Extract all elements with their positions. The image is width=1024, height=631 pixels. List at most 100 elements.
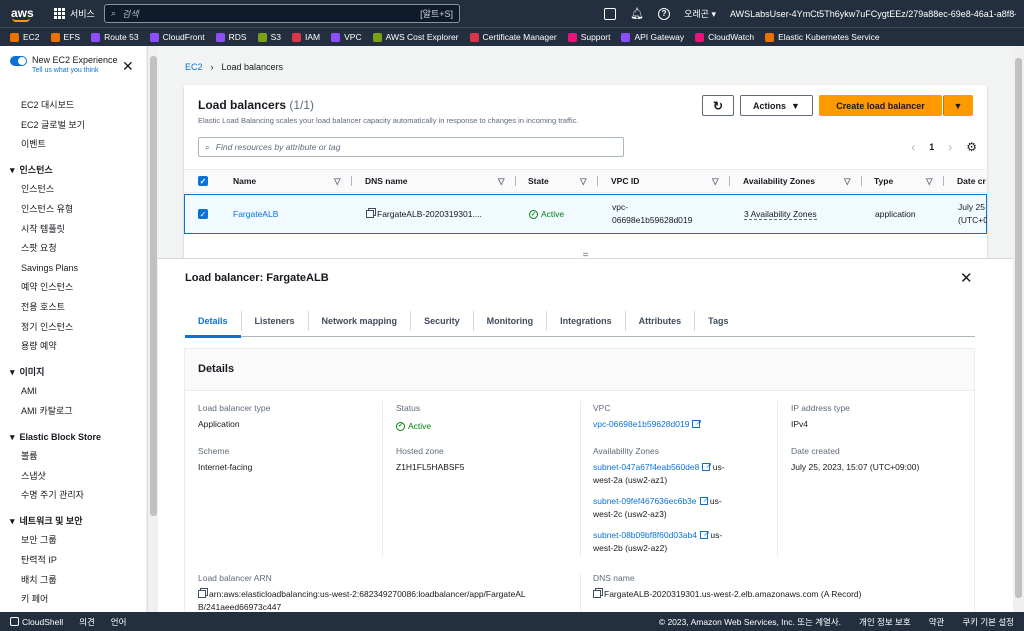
col-header-date[interactable]: Date cr bbox=[957, 176, 986, 186]
favorite-item[interactable]: CloudWatch bbox=[695, 32, 754, 42]
next-page-button[interactable]: › bbox=[948, 140, 952, 154]
favorite-item[interactable]: Elastic Kubernetes Service bbox=[765, 32, 880, 42]
help-icon[interactable]: ? bbox=[658, 7, 671, 20]
close-icon[interactable]: ✕ bbox=[960, 269, 973, 287]
lb-name-link[interactable]: FargateALB bbox=[233, 209, 278, 219]
tab-security[interactable]: Security bbox=[411, 310, 474, 331]
favorite-item[interactable]: AWS Cost Explorer bbox=[372, 32, 459, 42]
sidebar-item[interactable]: 예약 인스턴스 bbox=[0, 278, 147, 298]
sidebar-item[interactable]: 정기 인스턴스 bbox=[0, 318, 147, 338]
sidebar-item[interactable]: 수명 주기 관리자 bbox=[0, 486, 147, 506]
create-dropdown-button[interactable]: ▼ bbox=[943, 95, 973, 116]
feedback-link[interactable]: 의견 bbox=[79, 616, 95, 628]
col-header-vpc[interactable]: VPC ID bbox=[611, 176, 639, 186]
tab-details[interactable]: Details bbox=[185, 310, 242, 338]
copy-icon[interactable] bbox=[593, 590, 601, 598]
new-experience-toggle[interactable]: New EC2 Experience Tell us what you thin… bbox=[10, 55, 138, 74]
sidebar-item[interactable]: AMI 카탈로그 bbox=[0, 402, 147, 422]
sidebar-item[interactable]: 보안 그룹 bbox=[0, 531, 147, 551]
toggle-switch[interactable] bbox=[10, 56, 27, 66]
sidebar-item[interactable]: 인스턴스 bbox=[0, 180, 147, 200]
bell-icon[interactable]: 🔔︎ bbox=[630, 7, 644, 20]
tab-integrations[interactable]: Integrations bbox=[547, 310, 626, 331]
tab-network-mapping[interactable]: Network mapping bbox=[309, 310, 412, 331]
vpc-link[interactable]: vpc-06698e1b59628d019 bbox=[593, 419, 689, 429]
sort-icon[interactable]: ▽ bbox=[712, 176, 719, 187]
breadcrumb-ec2[interactable]: EC2 bbox=[185, 62, 203, 72]
sidebar-item[interactable]: 용량 예약 bbox=[0, 337, 147, 357]
cookie-preferences-link[interactable]: 쿠키 기본 설정 bbox=[962, 616, 1014, 628]
terms-link[interactable]: 약관 bbox=[929, 616, 945, 628]
sidebar-item[interactable]: EC2 대시보드 bbox=[0, 96, 147, 116]
sidebar-item[interactable]: 전용 호스트 bbox=[0, 298, 147, 318]
sidebar-item[interactable]: 탄력적 IP bbox=[0, 551, 147, 571]
sidebar-item[interactable]: 배치 그룹 bbox=[0, 571, 147, 591]
az-cell[interactable]: 3 Availability Zones bbox=[744, 209, 817, 220]
sidebar-section[interactable]: 이미지 bbox=[0, 363, 147, 383]
close-icon[interactable]: ✕ bbox=[122, 58, 134, 75]
copy-icon[interactable] bbox=[366, 210, 374, 218]
cloudshell-button[interactable]: CloudShell bbox=[10, 616, 63, 627]
favorite-item[interactable]: VPC bbox=[331, 32, 362, 42]
col-header-state[interactable]: State bbox=[528, 176, 549, 186]
tab-listeners[interactable]: Listeners bbox=[242, 310, 309, 331]
col-header-name[interactable]: Name bbox=[233, 176, 256, 186]
sidebar-item[interactable]: AMI bbox=[0, 382, 147, 402]
feedback-link[interactable]: Tell us what you think bbox=[32, 67, 118, 74]
sidebar-section[interactable]: 네트워크 및 보안 bbox=[0, 512, 147, 532]
sidebar-scrollbar[interactable] bbox=[147, 46, 158, 612]
sidebar-item[interactable]: 스팟 요청 bbox=[0, 239, 147, 259]
col-header-dns[interactable]: DNS name bbox=[365, 176, 408, 186]
tab-attributes[interactable]: Attributes bbox=[626, 310, 696, 331]
favorite-item[interactable]: CloudFront bbox=[149, 32, 205, 42]
page-number[interactable]: 1 bbox=[929, 142, 934, 152]
aws-logo[interactable]: aws bbox=[10, 4, 44, 24]
col-header-type[interactable]: Type bbox=[874, 176, 893, 186]
cloudshell-icon[interactable] bbox=[604, 7, 617, 20]
region-selector[interactable]: 오레곤 ▾ bbox=[684, 7, 716, 20]
create-load-balancer-button[interactable]: Create load balancer bbox=[819, 95, 942, 116]
select-all-checkbox[interactable]: ✓ bbox=[198, 176, 208, 186]
sidebar-item[interactable]: 인스턴스 유형 bbox=[0, 200, 147, 220]
favorite-item[interactable]: Support bbox=[567, 32, 610, 42]
sort-icon[interactable]: ▽ bbox=[498, 176, 505, 187]
tab-monitoring[interactable]: Monitoring bbox=[474, 310, 548, 331]
sort-icon[interactable]: ▽ bbox=[844, 176, 851, 187]
sidebar-item[interactable]: Savings Plans bbox=[0, 259, 147, 279]
sort-icon[interactable]: ▽ bbox=[926, 176, 933, 187]
sidebar-item[interactable]: 스냅샷 bbox=[0, 467, 147, 487]
tab-tags[interactable]: Tags bbox=[695, 311, 741, 331]
favorite-item[interactable]: S3 bbox=[257, 32, 281, 42]
subnet-link[interactable]: subnet-09fef467636ec6b3e bbox=[593, 496, 697, 506]
language-link[interactable]: 언어 bbox=[111, 616, 127, 628]
settings-gear-icon[interactable]: ⚙ bbox=[966, 140, 977, 154]
copy-icon[interactable] bbox=[198, 590, 206, 598]
actions-button[interactable]: Actions ▼ bbox=[740, 95, 813, 116]
sidebar-item[interactable]: 볼륨 bbox=[0, 447, 147, 467]
favorite-item[interactable]: API Gateway bbox=[621, 32, 684, 42]
global-search[interactable]: ⌕ 검색 [알트+S] bbox=[104, 4, 460, 23]
sidebar-section[interactable]: Elastic Block Store bbox=[0, 428, 147, 448]
favorite-item[interactable]: Certificate Manager bbox=[469, 32, 557, 42]
favorite-item[interactable]: EC2 bbox=[10, 32, 40, 42]
favorite-item[interactable]: IAM bbox=[292, 32, 320, 42]
subnet-link[interactable]: subnet-08b09bf8f60d03ab4 bbox=[593, 530, 697, 540]
sidebar-section[interactable]: 인스턴스 bbox=[0, 161, 147, 181]
favorite-item[interactable]: RDS bbox=[215, 32, 247, 42]
row-checkbox[interactable]: ✓ bbox=[198, 209, 208, 219]
sidebar-item[interactable]: 시작 템플릿 bbox=[0, 220, 147, 240]
main-scrollbar[interactable] bbox=[1013, 46, 1024, 612]
favorite-item[interactable]: Route 53 bbox=[91, 32, 139, 42]
col-header-az[interactable]: Availability Zones bbox=[743, 176, 815, 186]
sort-icon[interactable]: ▽ bbox=[334, 176, 341, 187]
sidebar-item[interactable]: EC2 글로벌 보기 bbox=[0, 116, 147, 136]
sidebar-item[interactable]: 이벤트 bbox=[0, 135, 147, 155]
table-row[interactable]: ✓ FargateALB FargateALB-2020319301.... ✓… bbox=[184, 194, 987, 234]
subnet-link[interactable]: subnet-047a67f4eab560de8 bbox=[593, 462, 699, 472]
sidebar-item[interactable]: 키 페어 bbox=[0, 590, 147, 610]
prev-page-button[interactable]: ‹ bbox=[911, 140, 915, 154]
filter-input[interactable]: ⌕ Find resources by attribute or tag bbox=[198, 137, 624, 157]
services-menu[interactable]: 서비스 bbox=[54, 7, 95, 20]
sort-icon[interactable]: ▽ bbox=[580, 176, 587, 187]
refresh-button[interactable]: ↻ bbox=[702, 95, 734, 116]
